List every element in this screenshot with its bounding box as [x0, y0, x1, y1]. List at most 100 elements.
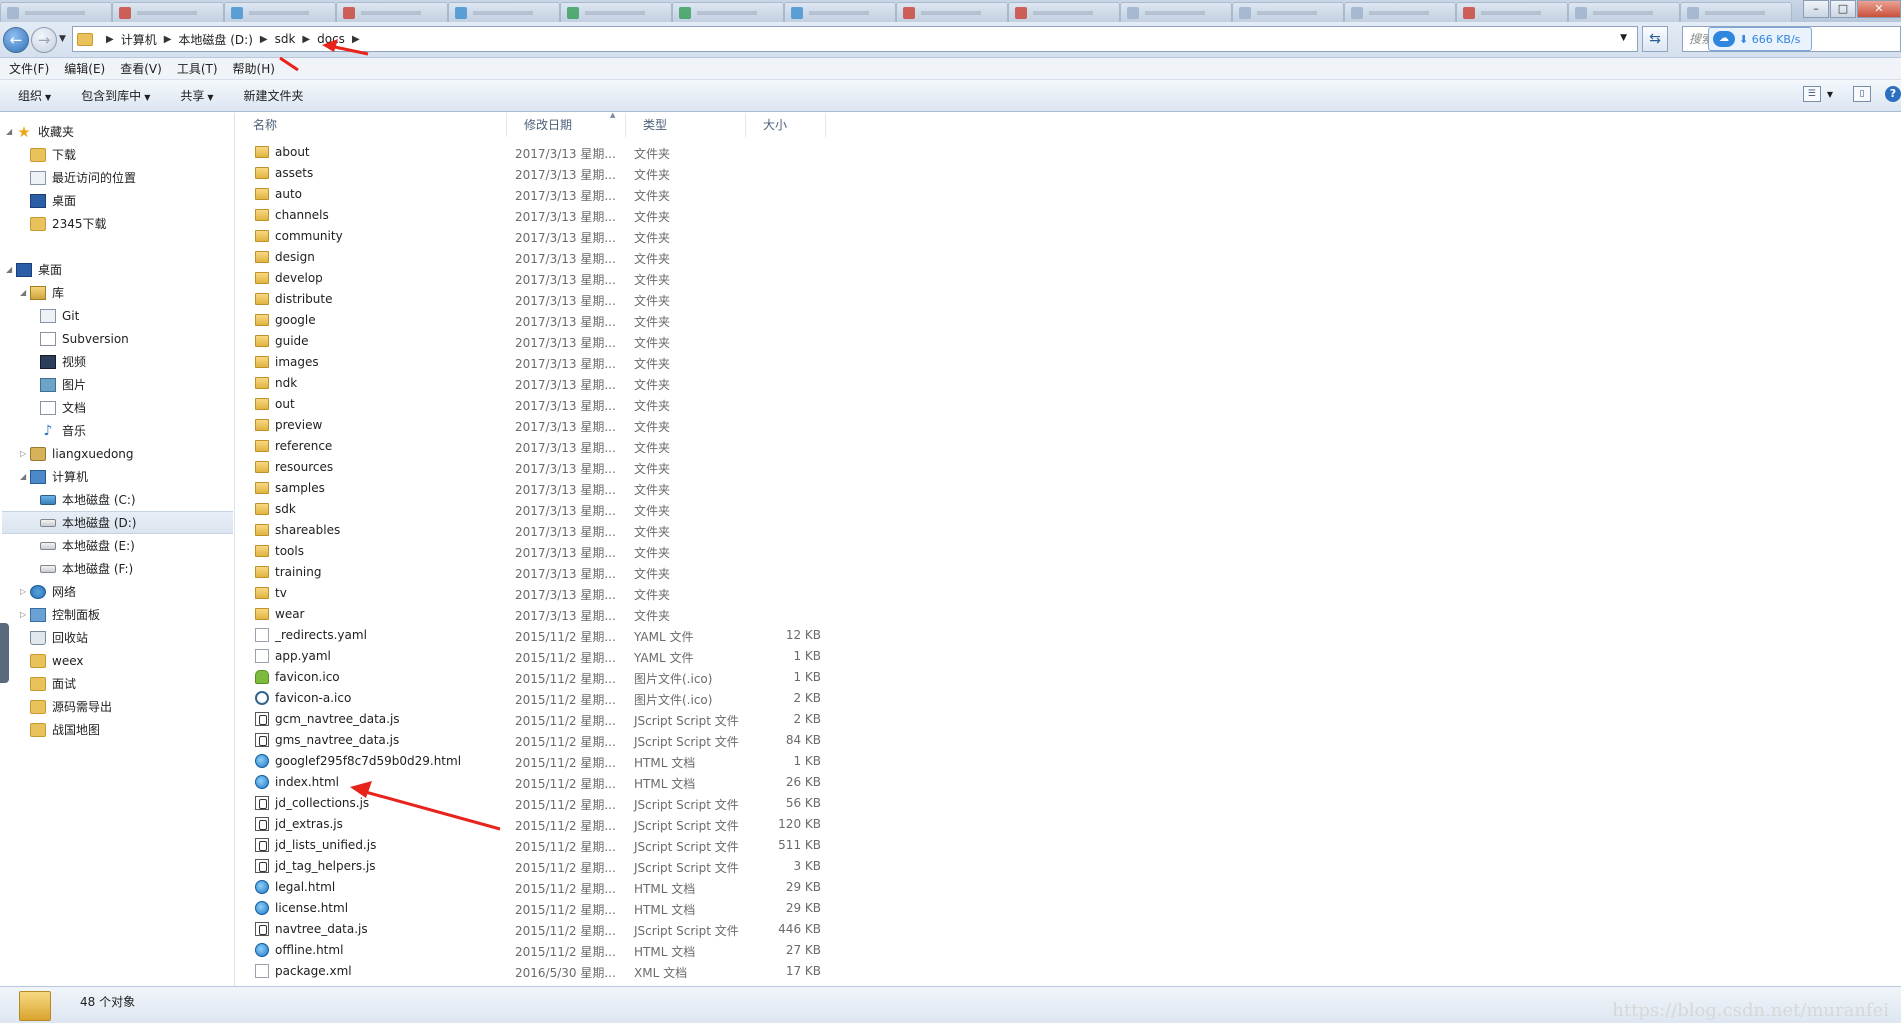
sidebar-item-desktop[interactable]: ◢ 桌面 — [6, 258, 62, 281]
background-tab[interactable] — [560, 2, 672, 22]
table-row[interactable]: design 2017/3/13 星期... 文件夹 — [236, 247, 1901, 268]
table-row[interactable]: tools 2017/3/13 星期... 文件夹 — [236, 541, 1901, 562]
table-row[interactable]: tv 2017/3/13 星期... 文件夹 — [236, 583, 1901, 604]
table-row[interactable]: jd_lists_unified.js 2015/11/2 星期... JScrip… — [236, 835, 1901, 856]
breadcrumb-chevron-icon[interactable]: ▶ — [352, 34, 360, 45]
view-mode-icon[interactable]: ☰ — [1802, 86, 1821, 102]
table-row[interactable]: images 2017/3/13 星期... 文件夹 — [236, 352, 1901, 373]
sidebar-item-control-panel[interactable]: ▷ 控制面板 — [20, 603, 100, 626]
background-tab[interactable] — [448, 2, 560, 22]
expanded-triangle-icon[interactable]: ◢ — [6, 127, 16, 136]
breadcrumb-item-docs[interactable]: docs — [317, 32, 345, 46]
sidebar-item-favorites[interactable]: ◢ ★ 收藏夹 — [6, 120, 74, 143]
sidebar-item-source-export[interactable]: 源码需导出 — [30, 695, 112, 718]
sidebar-item-library[interactable]: ◢ 库 — [20, 281, 64, 304]
menu-edit[interactable]: 编辑(E) — [64, 60, 105, 77]
table-row[interactable]: about 2017/3/13 星期... 文件夹 — [236, 142, 1901, 163]
table-row[interactable]: guide 2017/3/13 星期... 文件夹 — [236, 331, 1901, 352]
background-tab[interactable] — [1120, 2, 1232, 22]
sidebar-item-documents[interactable]: 文档 — [40, 396, 86, 419]
table-row[interactable]: gcm_navtree_data.js 2015/11/2 星期... JScrip… — [236, 709, 1901, 730]
table-row[interactable]: distribute 2017/3/13 星期... 文件夹 — [236, 289, 1901, 310]
table-row[interactable]: offline.html 2015/11/2 星期... HTML 文档 27 KB — [236, 940, 1901, 961]
collapsed-triangle-icon[interactable]: ▷ — [20, 610, 30, 619]
table-row[interactable]: license.html 2015/11/2 星期... HTML 文档 29 KB — [236, 898, 1901, 919]
network-speed-widget[interactable]: ☁ ⬇ 666 KB/s — [1708, 27, 1812, 51]
sidebar-item-subversion[interactable]: Subversion — [40, 327, 129, 350]
table-row[interactable]: jd_extras.js 2015/11/2 星期... JScript Scrip… — [236, 814, 1901, 835]
breadcrumb-chevron-icon[interactable]: ▶ — [106, 34, 114, 45]
table-row[interactable]: ndk 2017/3/13 星期... 文件夹 — [236, 373, 1901, 394]
table-row[interactable]: favicon-a.ico 2015/11/2 星期... 图片文件(.ico) 2 … — [236, 688, 1901, 709]
sidebar-item-recent-places[interactable]: 最近访问的位置 — [30, 166, 136, 189]
back-button[interactable]: ← — [3, 27, 29, 53]
menu-file[interactable]: 文件(F) — [9, 60, 49, 77]
sidebar-item-user[interactable]: ▷ liangxuedong — [20, 442, 134, 465]
minimize-button[interactable]: – — [1803, 0, 1829, 18]
sidebar-item-weex[interactable]: weex — [30, 649, 83, 672]
sidebar-item-computer[interactable]: ◢ 计算机 — [20, 465, 88, 488]
column-header-size[interactable]: 大小 — [746, 113, 826, 137]
background-tab[interactable] — [896, 2, 1008, 22]
table-row[interactable]: develop 2017/3/13 星期... 文件夹 — [236, 268, 1901, 289]
background-tab[interactable] — [784, 2, 896, 22]
table-row[interactable]: auto 2017/3/13 星期... 文件夹 — [236, 184, 1901, 205]
expanded-triangle-icon[interactable]: ◢ — [6, 265, 16, 274]
background-tab[interactable] — [1232, 2, 1344, 22]
table-row[interactable]: _redirects.yaml 2015/11/2 星期... YAML 文件 12 … — [236, 625, 1901, 646]
menu-help[interactable]: 帮助(H) — [233, 60, 275, 77]
table-row[interactable]: assets 2017/3/13 星期... 文件夹 — [236, 163, 1901, 184]
recent-pages-dropdown[interactable]: ▼ — [59, 34, 66, 44]
close-button[interactable]: ✕ — [1857, 0, 1901, 18]
share-button[interactable]: 共享 ▼ — [180, 87, 213, 104]
column-header-date[interactable]: 修改日期 — [507, 113, 626, 137]
background-tab[interactable] — [1344, 2, 1456, 22]
table-row[interactable]: channels 2017/3/13 星期... 文件夹 — [236, 205, 1901, 226]
background-tab[interactable] — [336, 2, 448, 22]
sidebar-item-2345-downloads[interactable]: 2345下载 — [30, 212, 107, 235]
menu-tools[interactable]: 工具(T) — [177, 60, 218, 77]
background-tab[interactable] — [1008, 2, 1120, 22]
breadcrumb-item-drive-d[interactable]: 本地磁盘 (D:) — [178, 31, 252, 48]
expanded-triangle-icon[interactable]: ◢ — [20, 472, 30, 481]
breadcrumb-item-sdk[interactable]: sdk — [275, 32, 296, 46]
table-row[interactable]: resources 2017/3/13 星期... 文件夹 — [236, 457, 1901, 478]
menu-view[interactable]: 查看(V) — [120, 60, 162, 77]
preview-pane-icon[interactable]: ▯ — [1853, 86, 1871, 102]
refresh-button[interactable]: ⇆ — [1642, 26, 1668, 52]
table-row[interactable]: samples 2017/3/13 星期... 文件夹 — [236, 478, 1901, 499]
sidebar-item-downloads[interactable]: 下载 — [30, 143, 76, 166]
sidebar-item-git[interactable]: Git — [40, 304, 79, 327]
table-row[interactable]: wear 2017/3/13 星期... 文件夹 — [236, 604, 1901, 625]
breadcrumb-chevron-icon[interactable]: ▶ — [164, 34, 172, 45]
background-tab[interactable] — [1456, 2, 1568, 22]
background-tab[interactable] — [1568, 2, 1680, 22]
table-row[interactable]: community 2017/3/13 星期... 文件夹 — [236, 226, 1901, 247]
address-bar[interactable]: ▶ 计算机 ▶ 本地磁盘 (D:) ▶ sdk ▶ docs ▶ ▼ — [72, 26, 1638, 52]
sidebar-item-drive-d[interactable]: 本地磁盘 (D:) — [2, 511, 233, 534]
table-row[interactable]: navtree_data.js 2015/11/2 星期... JScript Sc… — [236, 919, 1901, 940]
new-folder-button[interactable]: 新建文件夹 — [244, 87, 304, 104]
background-tab[interactable] — [224, 2, 336, 22]
sidebar-item-drive-f[interactable]: 本地磁盘 (F:) — [40, 557, 133, 580]
background-tab[interactable] — [1680, 2, 1792, 22]
table-row[interactable]: jd_tag_helpers.js 2015/11/2 星期... JScript … — [236, 856, 1901, 877]
sidebar-item-recycle-bin[interactable]: 回收站 — [30, 626, 88, 649]
view-mode-dropdown-icon[interactable]: ▼ — [1827, 90, 1833, 99]
side-dock-handle[interactable] — [0, 623, 9, 683]
table-row[interactable]: shareables 2017/3/13 星期... 文件夹 — [236, 520, 1901, 541]
table-row[interactable]: out 2017/3/13 星期... 文件夹 — [236, 394, 1901, 415]
table-row[interactable]: preview 2017/3/13 星期... 文件夹 — [236, 415, 1901, 436]
expanded-triangle-icon[interactable]: ◢ — [20, 288, 30, 297]
breadcrumb-chevron-icon[interactable]: ▶ — [260, 34, 268, 45]
sidebar-item-warring-states-map[interactable]: 战国地图 — [30, 718, 100, 741]
include-in-library-button[interactable]: 包含到库中 ▼ — [81, 87, 150, 104]
sidebar-item-interview[interactable]: 面试 — [30, 672, 76, 695]
table-row[interactable]: google 2017/3/13 星期... 文件夹 — [236, 310, 1901, 331]
breadcrumb-item-computer[interactable]: 计算机 — [121, 31, 157, 48]
organize-button[interactable]: 组织 ▼ — [18, 87, 51, 104]
sidebar-item-music[interactable]: ♪ 音乐 — [40, 419, 86, 442]
background-tab[interactable] — [112, 2, 224, 22]
table-row[interactable]: package.xml 2016/5/30 星期... XML 文档 17 KB — [236, 961, 1901, 982]
collapsed-triangle-icon[interactable]: ▷ — [20, 449, 30, 458]
